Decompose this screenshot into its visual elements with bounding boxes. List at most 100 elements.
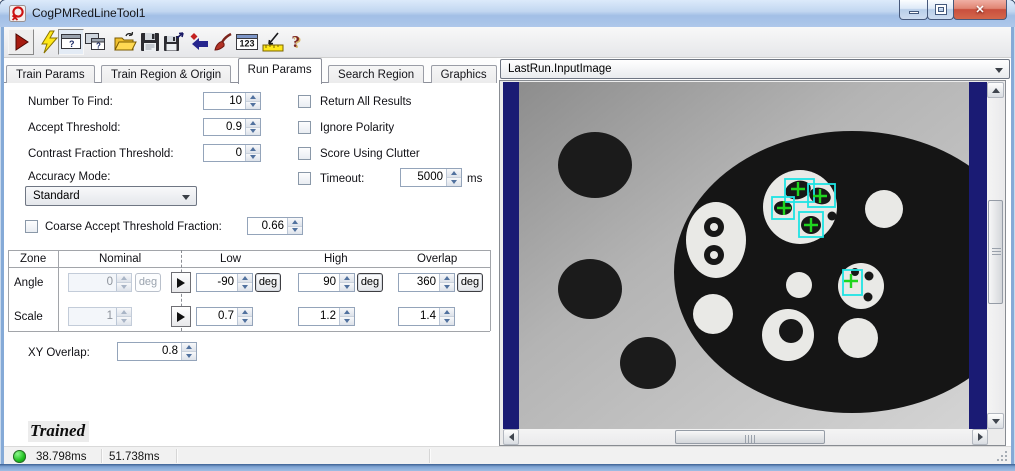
vertical-scrollbar[interactable] [987,82,1004,429]
angle-high-field[interactable]: 90 [298,273,355,292]
ignore-polarity-checkbox[interactable] [298,121,311,134]
spin-up-button[interactable] [246,145,260,154]
scale-high-value[interactable]: 1.2 [299,308,339,325]
timeout-value[interactable]: 5000 [401,169,446,186]
spin-down-button[interactable] [117,283,131,291]
help-button[interactable]: ? ? [284,29,310,55]
angle-nominal-value[interactable]: 0 [69,274,116,291]
scale-nominal-value[interactable]: 1 [69,308,116,325]
horizontal-scroll-thumb[interactable] [675,430,825,444]
titlebar[interactable]: CogPMRedLineTool1 ✕ [0,0,1015,27]
spin-down-button[interactable] [340,283,354,291]
spin-up-button[interactable] [182,343,196,352]
scale-high-field[interactable]: 1.2 [298,307,355,326]
accept-threshold-value[interactable]: 0.9 [204,119,245,135]
angle-overlap-value[interactable]: 360 [399,274,439,291]
contrast-fraction-threshold-value[interactable]: 0 [204,145,245,161]
scroll-down-button[interactable] [987,413,1004,429]
spin-down-button[interactable] [238,317,252,325]
score-using-clutter-label[interactable]: Score Using Clutter [320,148,420,160]
scroll-up-button[interactable] [987,82,1004,98]
angle-overlap-stepper[interactable] [439,274,454,291]
return-all-results-checkbox[interactable] [298,95,311,108]
angle-low-value[interactable]: -90 [197,274,237,291]
scale-high-stepper[interactable] [339,308,354,325]
image-canvas[interactable] [503,82,988,429]
timeout-stepper[interactable] [446,169,461,186]
angle-nominal-unit-button[interactable]: deg [135,273,161,292]
angle-nominal-field[interactable]: 0 [68,273,132,292]
spin-down-button[interactable] [246,102,260,110]
coarse-accept-stepper[interactable] [287,218,302,234]
image-selector[interactable]: LastRun.InputImage [500,59,1010,79]
contrast-fraction-threshold-stepper[interactable] [245,145,260,161]
scale-low-value[interactable]: 0.7 [197,308,237,325]
spin-up-button[interactable] [117,308,131,317]
spin-up-button[interactable] [340,308,354,317]
float-window-button[interactable]: ? [82,29,108,55]
horizontal-scrollbar[interactable] [503,429,988,445]
spin-up-button[interactable] [340,274,354,283]
angle-high-value[interactable]: 90 [299,274,339,291]
scale-nominal-field[interactable]: 1 [68,307,132,326]
timeout-field[interactable]: 5000 [400,168,462,187]
tab-run-params[interactable]: Run Params [238,58,322,84]
spin-down-button[interactable] [440,283,454,291]
spin-down-button[interactable] [246,128,260,136]
xy-overlap-field[interactable]: 0.8 [117,342,197,361]
accept-threshold-field[interactable]: 0.9 [203,118,261,136]
spin-down-button[interactable] [117,317,131,325]
spin-up-button[interactable] [238,274,252,283]
numeric-display-button[interactable]: 123 [234,29,260,55]
scale-overlap-stepper[interactable] [439,308,454,325]
spin-down-button[interactable] [447,178,461,186]
spin-up-button[interactable] [440,274,454,283]
spin-down-button[interactable] [288,227,302,235]
number-to-find-field[interactable]: 10 [203,92,261,110]
close-button[interactable]: ✕ [953,0,1007,20]
score-using-clutter-checkbox[interactable] [298,147,311,160]
spin-up-button[interactable] [440,308,454,317]
minimize-button[interactable] [899,0,928,20]
scale-overlap-value[interactable]: 1.4 [399,308,439,325]
angle-overlap-field[interactable]: 360 [398,273,455,292]
scale-nominal-stepper[interactable] [116,308,131,325]
accept-threshold-stepper[interactable] [245,119,260,135]
coarse-accept-label[interactable]: Coarse Accept Threshold Fraction: [45,221,222,233]
coarse-accept-value[interactable]: 0.66 [248,218,287,234]
angle-expand-button[interactable] [171,272,191,293]
ignore-polarity-label[interactable]: Ignore Polarity [320,122,394,134]
run-button[interactable] [8,29,34,55]
open-file-button[interactable] [112,29,138,55]
show-display-button[interactable]: ? [58,29,84,55]
measure-button[interactable] [260,29,286,55]
edit-button[interactable] [209,29,235,55]
spin-up-button[interactable] [447,169,461,178]
spin-up-button[interactable] [288,218,302,227]
angle-overlap-unit-button[interactable]: deg [457,273,483,292]
spin-down-button[interactable] [246,154,260,162]
xy-overlap-value[interactable]: 0.8 [118,343,181,360]
scale-low-stepper[interactable] [237,308,252,325]
angle-low-stepper[interactable] [237,274,252,291]
spin-down-button[interactable] [340,317,354,325]
number-to-find-stepper[interactable] [245,93,260,109]
coarse-accept-checkbox[interactable] [25,220,38,233]
contrast-fraction-threshold-field[interactable]: 0 [203,144,261,162]
angle-high-stepper[interactable] [339,274,354,291]
scroll-left-button[interactable] [503,429,519,445]
spin-up-button[interactable] [246,93,260,102]
save-image-button[interactable] [161,29,187,55]
spin-down-button[interactable] [238,283,252,291]
xy-overlap-stepper[interactable] [181,343,196,360]
return-all-results-label[interactable]: Return All Results [320,96,411,108]
scroll-right-button[interactable] [972,429,988,445]
save-button[interactable] [137,29,163,55]
timeout-label[interactable]: Timeout: [320,173,364,185]
number-to-find-value[interactable]: 10 [204,93,245,109]
spin-down-button[interactable] [182,352,196,360]
spin-up-button[interactable] [117,274,131,283]
coarse-accept-field[interactable]: 0.66 [247,217,303,235]
angle-high-unit-button[interactable]: deg [357,273,383,292]
angle-low-field[interactable]: -90 [196,273,253,292]
